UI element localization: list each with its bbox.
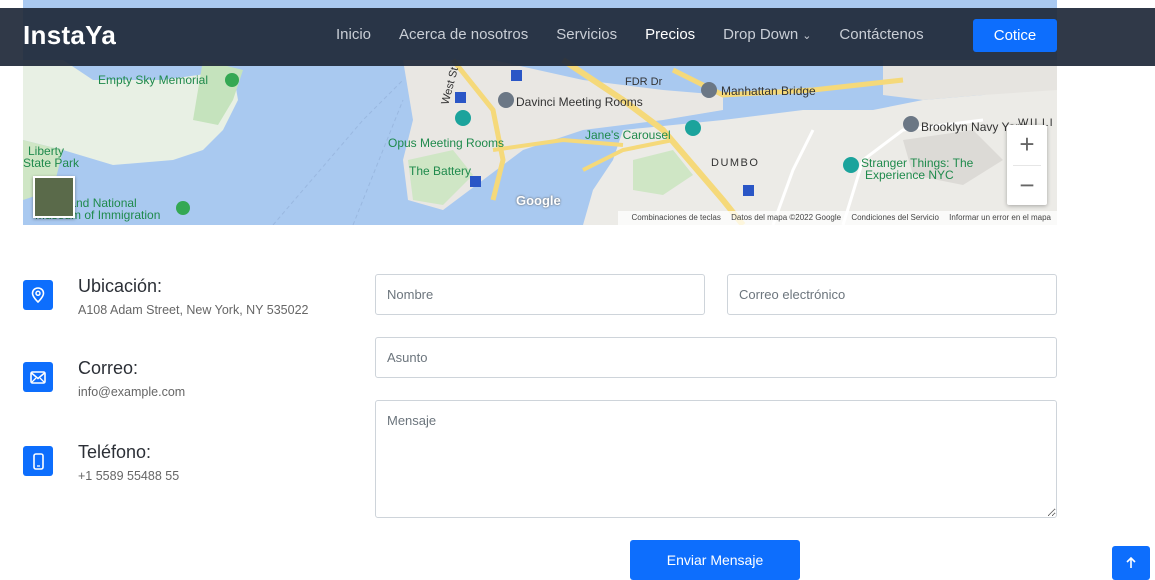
map-label-fdr-drive: FDR Dr xyxy=(625,76,663,88)
email-value: info@example.com xyxy=(78,385,186,399)
zoom-out-button[interactable]: − xyxy=(1007,166,1047,206)
location-title: Ubicación: xyxy=(78,276,163,296)
google-logo: Google xyxy=(516,193,561,208)
nav-acerca[interactable]: Acerca de nosotros xyxy=(399,26,528,43)
name-input[interactable] xyxy=(375,274,705,315)
send-message-button[interactable]: Enviar Mensaje xyxy=(630,540,800,580)
nav-precios[interactable]: Precios xyxy=(645,26,695,43)
info-location: Ubicación: A108 Adam Street, New York, N… xyxy=(23,276,353,326)
zoom-in-button[interactable]: + xyxy=(1007,125,1047,165)
info-email: Correo: info@example.com xyxy=(23,358,353,408)
cotice-button[interactable]: Cotice xyxy=(973,19,1057,52)
main-nav: Inicio Acerca de nosotros Servicios Prec… xyxy=(336,26,924,43)
map-label-state-park: State Park xyxy=(23,156,80,170)
terms-link[interactable]: Condiciones del Servicio xyxy=(851,213,939,222)
phone-title: Teléfono: xyxy=(78,442,152,462)
zoom-control: + − xyxy=(1007,125,1047,205)
location-pin-icon xyxy=(23,280,53,310)
info-phone: Teléfono: +1 5589 55488 55 xyxy=(23,442,353,492)
map-label-davinci: Davinci Meeting Rooms xyxy=(516,95,643,109)
satellite-toggle[interactable] xyxy=(33,176,75,218)
map-data-text: Datos del mapa ©2022 Google xyxy=(731,213,842,222)
map-label-empty-sky: Empty Sky Memorial xyxy=(98,73,209,87)
site-header: InstaYa Inicio Acerca de nosotros Servic… xyxy=(0,8,1155,66)
envelope-icon xyxy=(23,362,53,392)
map-label-dumbo: DUMBO xyxy=(711,157,760,169)
site-logo[interactable]: InstaYa xyxy=(23,20,116,51)
map-label-opus-meeting: Opus Meeting Rooms xyxy=(388,136,505,150)
nav-dropdown-label: Drop Down xyxy=(723,26,799,43)
subject-input[interactable] xyxy=(375,337,1057,378)
map-label-battery: The Battery xyxy=(409,164,472,178)
chevron-down-icon: ⌄ xyxy=(802,30,812,42)
report-error-link[interactable]: Informar un error en el mapa xyxy=(949,213,1051,222)
map-attribution: Combinaciones de teclas Datos del mapa ©… xyxy=(617,211,1057,225)
back-to-top-button[interactable] xyxy=(1112,546,1150,580)
map-label-experience-nyc: Experience NYC xyxy=(865,168,954,182)
keyboard-shortcuts-link[interactable]: Combinaciones de teclas xyxy=(632,213,721,222)
nav-inicio[interactable]: Inicio xyxy=(336,26,371,43)
message-textarea[interactable] xyxy=(375,400,1057,518)
nav-servicios[interactable]: Servicios xyxy=(556,26,617,43)
phone-value: +1 5589 55488 55 xyxy=(78,469,180,483)
email-input[interactable] xyxy=(727,274,1057,315)
map-label-manhattan-bridge: Manhattan Bridge xyxy=(721,84,816,98)
arrow-up-icon xyxy=(1126,557,1136,568)
nav-contactenos[interactable]: Contáctenos xyxy=(839,26,923,43)
email-title: Correo: xyxy=(78,358,139,378)
nav-dropdown[interactable]: Drop Down ⌄ xyxy=(723,26,811,43)
location-value: A108 Adam Street, New York, NY 535022 xyxy=(78,303,309,317)
phone-icon xyxy=(23,446,53,476)
map-label-janes-carousel: Jane's Carousel xyxy=(585,128,671,142)
